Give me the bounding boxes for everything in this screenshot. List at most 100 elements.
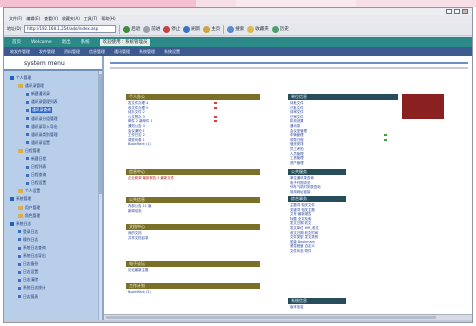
menu-item[interactable]: 收藏夹(A) xyxy=(62,16,80,22)
section-link[interactable]: 版本信息 xyxy=(290,305,400,310)
folder-icon xyxy=(18,189,23,194)
search-icon xyxy=(227,25,235,33)
section-link[interactable]: 企业新闻 最新报告 2 最新文件 xyxy=(128,176,256,181)
expand-icon xyxy=(10,221,14,226)
sidebar-tree-item[interactable]: 通讯录设置 xyxy=(4,139,102,147)
sidebar-tree-item[interactable]: 通讯录分组管理 xyxy=(4,114,102,122)
sub-nav-item[interactable]: 系统设置 xyxy=(164,49,180,55)
sidebar-tree-item[interactable]: 用户管理 xyxy=(4,204,102,212)
sidebar-tree-label: 用户管理 xyxy=(25,204,41,210)
menu-item[interactable]: 帮助(H) xyxy=(101,16,115,22)
minimize-icon[interactable] xyxy=(446,9,452,14)
nav-system[interactable]: 系统 xyxy=(81,39,90,45)
sub-nav-item[interactable]: 发件管理 xyxy=(39,49,55,55)
forward-icon xyxy=(143,25,151,33)
sidebar-tree-item[interactable]: 日志清除 xyxy=(4,276,102,284)
section-link[interactable]: 共享文档目录 xyxy=(128,236,256,241)
page-icon xyxy=(26,100,29,104)
sidebar-tree-item[interactable]: 日程查询 xyxy=(4,171,102,179)
sidebar-scroll-thumb[interactable] xyxy=(99,74,102,194)
sidebar-tree-item[interactable]: 通讯录导入导出 xyxy=(4,123,102,131)
refresh-button[interactable]: 刷新 xyxy=(183,25,200,33)
sidebar-tree-item[interactable]: 日志设置 xyxy=(4,268,102,276)
sidebar-tree-label: 通讯录管理列表 xyxy=(31,99,58,105)
sub-nav-item[interactable]: 收发件管理 xyxy=(10,49,30,55)
sidebar-tree-item[interactable]: 新建日程 xyxy=(4,155,102,163)
sidebar-scrollbar[interactable] xyxy=(98,71,102,322)
sidebar-tree-label: 日程列表 xyxy=(31,164,47,170)
history-button[interactable]: 历史 xyxy=(271,25,289,33)
search-button[interactable]: 搜索 xyxy=(227,25,245,33)
sidebar-tree-item[interactable]: 操作日志 xyxy=(4,236,102,244)
right-section-list: 版本信息 xyxy=(290,305,400,310)
sidebar-tree-label: 角色管理 xyxy=(25,212,41,218)
sidebar-tree-item[interactable]: 系统日志查询 xyxy=(4,244,102,252)
sidebar-tree-item[interactable]: 通讯录管理 xyxy=(4,82,102,90)
favorites-button[interactable]: 收藏夹 xyxy=(247,25,269,33)
sidebar-tree-item[interactable]: 角色管理 xyxy=(4,212,102,220)
sidebar-tree-item[interactable]: 日程管理 xyxy=(4,147,102,155)
section-link[interactable]: 常用网址链接 xyxy=(290,190,400,195)
nav-home[interactable]: 首页 xyxy=(12,39,21,45)
sidebar-tree-item[interactable]: 通讯录管理列表 xyxy=(4,98,102,106)
section-link[interactable]: 文件状态 附件 xyxy=(290,249,400,254)
close-icon[interactable] xyxy=(462,9,468,14)
sidebar-tree-label: 系统日志查询 xyxy=(23,245,46,251)
folder-icon xyxy=(18,148,23,153)
back-button[interactable]: 后退 xyxy=(123,25,140,33)
sidebar-tree-label: 通讯录导入导出 xyxy=(31,123,58,129)
right-section-list: 待批文件 已批文件 待审文件 已审文件 机构设置 通讯录 会议室管理 车辆管理 领导日程 值班安排… xyxy=(290,101,400,165)
sidebar-tree-item[interactable]: 通讯录类别管理 xyxy=(4,131,102,139)
menu-item[interactable]: 编辑(E) xyxy=(26,16,40,22)
sidebar-tree-item[interactable]: 日志报表 xyxy=(4,293,102,301)
sidebar-tree-item[interactable]: 新建通讯录 xyxy=(4,90,102,98)
sidebar-tree-item[interactable]: 个人设置 xyxy=(4,187,102,195)
sidebar-tree-item[interactable]: 系统管理 xyxy=(4,195,102,203)
page-icon xyxy=(26,173,29,177)
sidebar-tree-item[interactable]: 日程设置 xyxy=(4,179,102,187)
sidebar-tree: 个人管理 通讯录管理 新建通讯录 通讯录管理列表 通讯录查询 通讯录分组管理 通讯录导入导出… xyxy=(4,74,102,301)
sidebar-title: system menu xyxy=(4,56,102,71)
sidebar-tree-item[interactable]: 日志备份 xyxy=(4,260,102,268)
section-link[interactable]: BookMark (1) xyxy=(128,142,256,147)
section-link[interactable]: BookMark (2) xyxy=(128,290,256,295)
nav-welcome[interactable]: Welcome xyxy=(31,40,52,45)
address-input[interactable]: http://192.168.1.254/ado/index.asp xyxy=(24,25,117,33)
home-button[interactable]: 主页 xyxy=(203,25,220,33)
sidebar-tree-label: 个人设置 xyxy=(25,188,41,194)
forward-button[interactable]: 前进 xyxy=(143,25,161,33)
menu-item[interactable]: 查看(V) xyxy=(44,16,58,22)
sub-nav-item[interactable]: 信息管理 xyxy=(89,49,105,55)
sidebar-tree-item[interactable]: 系统日志导出 xyxy=(4,252,102,260)
forward-label: 前进 xyxy=(151,27,161,32)
stop-label: 停止 xyxy=(171,27,181,32)
sub-nav-item[interactable]: 通讯管理 xyxy=(114,49,130,55)
page-icon xyxy=(26,141,29,145)
stop-icon xyxy=(163,25,171,33)
sidebar-tree-label: 通讯录类别管理 xyxy=(31,131,58,137)
sidebar-tree-item[interactable]: 系统日志统计 xyxy=(4,284,102,292)
stop-button[interactable]: 停止 xyxy=(163,25,181,33)
sidebar-tree-item[interactable]: 系统日志 xyxy=(4,220,102,228)
left-section-list: 发文件办理 4 收文件办理 5 待办文件 2 公文督办 3 邮件 2 新邮件 1 通知公告… xyxy=(128,101,256,147)
sidebar-tree-item[interactable]: 通讯录查询 xyxy=(4,106,102,114)
sub-nav-item[interactable]: 系统管理 xyxy=(139,49,155,55)
left-section-list: 我的文档 共享文档目录 xyxy=(128,231,256,240)
sidebar-tree-item[interactable]: 日程列表 xyxy=(4,163,102,171)
menu-item[interactable]: 工具(T) xyxy=(84,16,98,22)
section-link[interactable]: 论坛最新主题 xyxy=(128,268,256,273)
folder-icon xyxy=(18,213,23,218)
sidebar-tree-item[interactable]: 个人管理 xyxy=(4,74,102,82)
sidebar-tree-item[interactable]: 登录日志 xyxy=(4,228,102,236)
maximize-icon[interactable] xyxy=(454,9,460,14)
content-divider xyxy=(110,67,468,69)
section-link[interactable]: 新闻动态 xyxy=(128,209,256,214)
menu-item[interactable]: 文件(F) xyxy=(9,16,22,22)
sub-nav-item[interactable]: 资料管理 xyxy=(64,49,80,55)
page-icon xyxy=(26,92,29,96)
search-label: 搜索 xyxy=(235,27,245,32)
nav-logout[interactable]: 退出 xyxy=(62,39,71,45)
horizontal-scroll-thumb[interactable] xyxy=(106,316,436,319)
section-link[interactable]: 资产管理 xyxy=(290,161,400,166)
left-section-header: 个人办公 xyxy=(126,94,260,100)
